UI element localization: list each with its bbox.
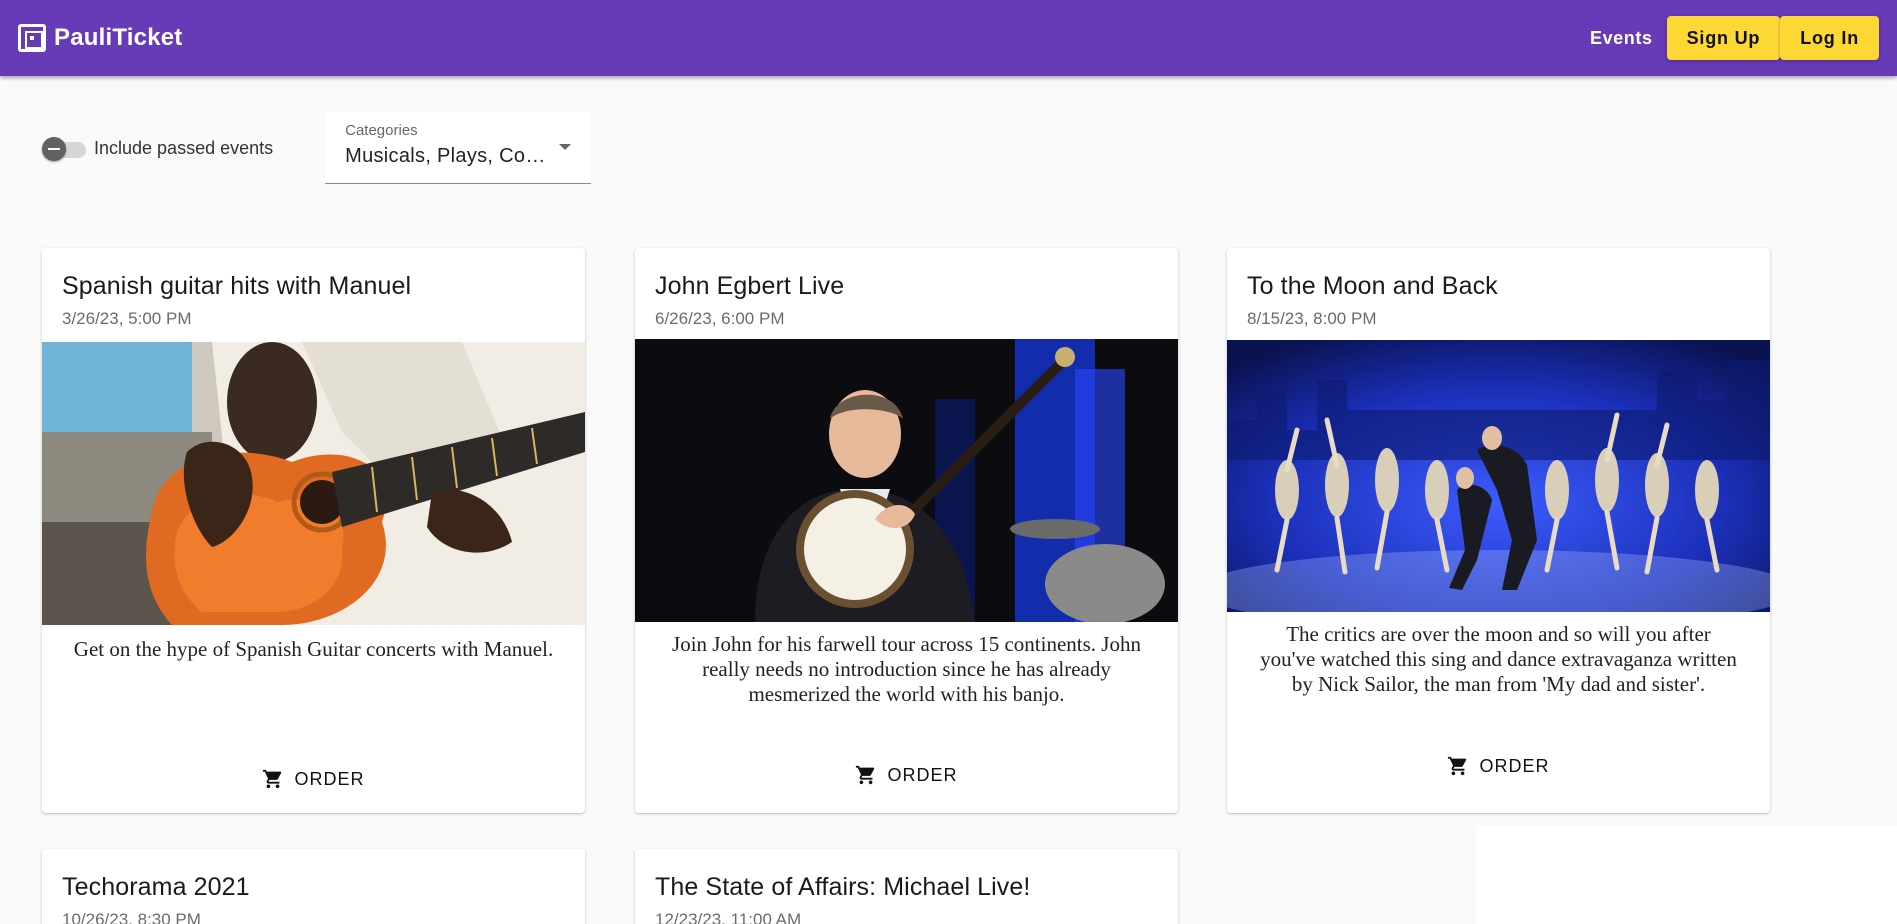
- brand[interactable]: PauliTicket: [18, 24, 182, 52]
- order-label: ORDER: [1479, 755, 1550, 776]
- order-label: ORDER: [294, 768, 365, 789]
- categories-label: Categories: [345, 122, 418, 139]
- event-title: Techorama 2021: [62, 873, 250, 901]
- event-date: 12/23/23, 11:00 AM: [655, 910, 802, 924]
- event-title: The State of Affairs: Michael Live!: [655, 873, 1031, 901]
- order-button[interactable]: ORDER: [1227, 755, 1770, 777]
- categories-value: Musicals, Plays, Concerts: [345, 145, 555, 167]
- event-description: Get on the hype of Spanish Guitar concer…: [73, 637, 554, 661]
- cart-icon: [263, 769, 282, 789]
- cart-icon: [1448, 756, 1467, 776]
- log-in-button[interactable]: Log In: [1780, 16, 1879, 60]
- include-passed-toggle[interactable]: [42, 136, 88, 161]
- dropdown-arrow-icon: [559, 144, 572, 150]
- ticket-logo-icon: [18, 24, 46, 52]
- filters-bar: Include passed events Categories Musical…: [42, 112, 592, 184]
- event-image: [42, 342, 585, 625]
- event-title: John Egbert Live: [655, 272, 845, 300]
- event-card: John Egbert Live 6/26/23, 6:00 PM Join J…: [635, 248, 1178, 813]
- event-description: The critics are over the moon and so wil…: [1260, 622, 1737, 696]
- event-image: [635, 339, 1178, 622]
- event-date: 3/26/23, 5:00 PM: [62, 309, 192, 328]
- event-card: To the Moon and Back 8/15/23, 8:00 PM Th…: [1227, 248, 1770, 813]
- cart-icon: [856, 765, 875, 785]
- toggle-thumb: [42, 137, 66, 161]
- event-title: To the Moon and Back: [1247, 272, 1498, 300]
- event-card: Spanish guitar hits with Manuel 3/26/23,…: [42, 248, 585, 813]
- events-link[interactable]: Events: [1590, 28, 1653, 49]
- event-card: The State of Affairs: Michael Live! 12/2…: [635, 849, 1178, 924]
- top-nav: Events Sign Up Log In: [1590, 16, 1879, 60]
- order-button[interactable]: ORDER: [635, 764, 1178, 786]
- event-title: Spanish guitar hits with Manuel: [62, 272, 412, 300]
- app-name: PauliTicket: [54, 24, 183, 51]
- blank-overlay: [1476, 826, 1897, 924]
- event-date: 6/26/23, 6:00 PM: [655, 309, 785, 328]
- event-description: Join John for his farwell tour across 15…: [672, 632, 1141, 706]
- sign-up-button[interactable]: Sign Up: [1666, 16, 1781, 60]
- order-button[interactable]: ORDER: [42, 768, 585, 790]
- order-label: ORDER: [887, 764, 958, 785]
- event-card: Techorama 2021 10/26/23, 8:30 PM: [42, 849, 585, 924]
- app-bar: PauliTicket Events Sign Up Log In: [0, 0, 1897, 76]
- include-passed-label: Include passed events: [94, 137, 274, 158]
- event-image: [1227, 340, 1770, 612]
- event-date: 10/26/23, 8:30 PM: [62, 910, 201, 924]
- categories-select[interactable]: Categories Musicals, Plays, Concerts: [325, 112, 592, 184]
- event-date: 8/15/23, 8:00 PM: [1247, 309, 1377, 328]
